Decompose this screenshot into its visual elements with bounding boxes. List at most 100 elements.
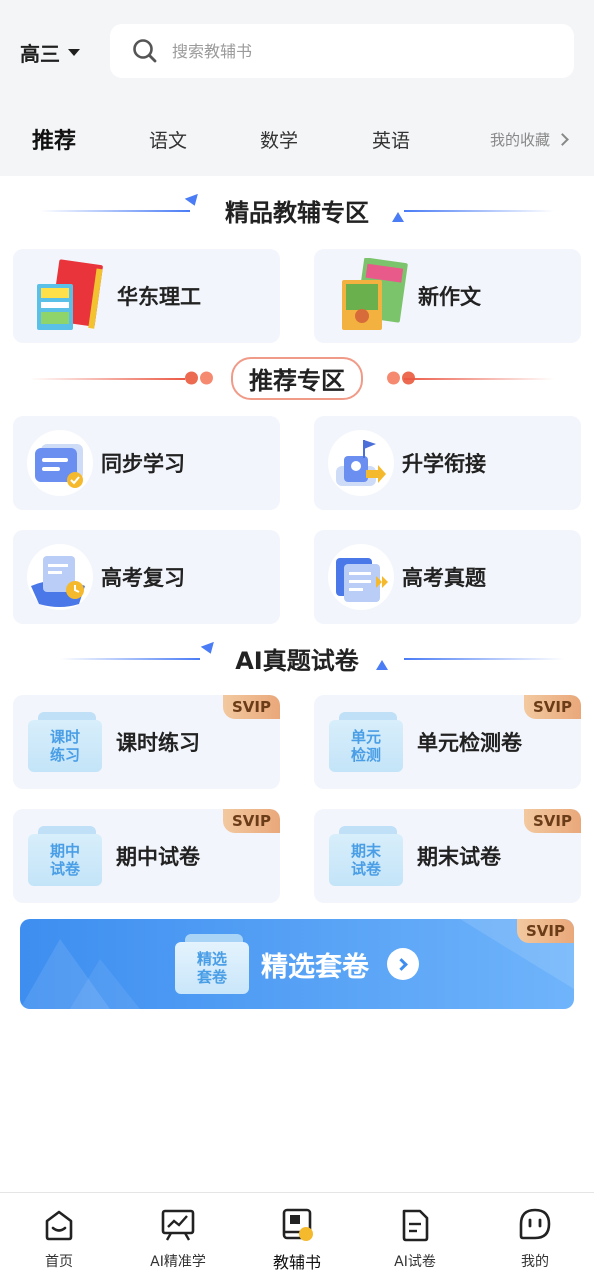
svip-badge: SVIP [223,695,280,719]
nav-label: 我的 [521,1254,549,1270]
flag-arrow-icon [336,440,386,486]
nav-label: 首页 [45,1254,73,1270]
folder-icon: 课时 练习 [28,712,102,772]
my-favorites-link[interactable]: 我的收藏 [490,129,569,150]
svip-badge: SVIP [524,809,581,833]
folder-text: 期末 [350,842,381,860]
card-label: 升学衔接 [402,452,486,476]
profile-face-icon [519,1208,551,1240]
exam-docs-icon [336,558,388,602]
premium-section-header: 精品教辅专区 [0,192,594,228]
folder-icon: 单元 检测 [329,712,403,772]
card-label: 高考真题 [402,566,486,590]
home-face-icon [45,1210,73,1241]
triangle-decoration-icon [200,641,218,657]
folder-text: 单元 [350,728,381,746]
nav-books[interactable]: 教辅书 [238,1207,356,1273]
folder-icon: 期中 试卷 [28,826,102,886]
dots-decoration-icon [184,371,214,385]
nav-label: AI试卷 [394,1254,436,1270]
favorites-label: 我的收藏 [490,131,551,149]
folder-text: 课时 [49,728,80,746]
folder-icon: 期末 试卷 [329,826,403,886]
recommend-card-gaokao-real[interactable]: 高考真题 [314,530,581,624]
subject-tabs: 推荐 语文 数学 英语 我的收藏 [0,118,594,162]
book-covers-icon [37,259,103,330]
ai-card-final[interactable]: 期末 试卷 期末试卷 SVIP [314,809,581,903]
caret-down-icon [68,49,80,56]
folder-text: 练习 [49,746,80,764]
recommend-card-gaokao-review[interactable]: 高考复习 [13,530,280,624]
book-icon [282,1208,313,1241]
divider-line [60,658,200,660]
folder-text: 检测 [350,746,381,764]
recommend-section-header: 推荐专区 [0,356,594,400]
search-bar[interactable] [110,24,574,78]
card-label: 同步学习 [101,452,185,476]
divider-line [404,378,554,380]
nav-mine[interactable]: 我的 [476,1207,594,1271]
nav-label: AI精准学 [150,1254,206,1270]
search-input[interactable] [172,41,532,61]
header: 高三 推荐 语文 数学 英语 我的收藏 [0,0,594,176]
section-title: 精品教辅专区 [225,198,369,227]
banner-background-shapes [20,919,574,1009]
divider-line [404,658,564,660]
tab-recommend[interactable]: 推荐 [32,123,77,159]
bottom-nav: 首页 AI精准学 教辅书 AI试卷 我的 [0,1192,594,1280]
tab-math[interactable]: 数学 [260,126,298,153]
card-label: 课时练习 [116,731,200,755]
sync-study-icon [35,444,83,488]
triangle-decoration-icon [392,212,404,222]
section-title: 推荐专区 [231,356,363,400]
ai-card-midterm[interactable]: 期中 试卷 期中试卷 SVIP [13,809,280,903]
nav-ai-paper[interactable]: AI试卷 [356,1207,474,1271]
search-icon [133,39,157,63]
premium-card-xinzuowen[interactable]: 新作文 [314,249,581,343]
nav-home[interactable]: 首页 [0,1207,118,1271]
divider-line [404,210,554,212]
premium-card-huadong[interactable]: 华东理工 [13,249,280,343]
folder-text: 试卷 [350,860,381,878]
card-label: 单元检测卷 [417,731,522,755]
triangle-decoration-icon [184,193,202,209]
nav-label: 教辅书 [272,1253,321,1272]
card-label: 高考复习 [101,566,185,590]
svip-badge: SVIP [524,695,581,719]
icon-circle [328,430,394,496]
ai-papers-section-header: AI真题试卷 [0,640,594,676]
divider-line [30,378,185,380]
svip-badge: SVIP [517,919,574,943]
icon-circle [328,544,394,610]
icon-circle [27,544,93,610]
folder-text: 精选 [196,950,227,968]
folder-icon: 精选 套卷 [175,934,249,994]
folder-text: 试卷 [49,860,80,878]
chart-board-icon [161,1209,195,1241]
ai-card-lesson-practice[interactable]: 课时 练习 课时练习 SVIP [13,695,280,789]
card-label: 新作文 [418,285,481,309]
tab-english[interactable]: 英语 [372,126,410,153]
recommend-card-transition[interactable]: 升学衔接 [314,416,581,510]
nav-ai-learn[interactable]: AI精准学 [119,1207,237,1271]
svip-badge: SVIP [223,809,280,833]
card-label: 期末试卷 [417,845,501,869]
grade-selector[interactable]: 高三 [20,38,80,67]
grade-label: 高三 [20,42,60,66]
card-label: 华东理工 [117,285,201,309]
divider-line [40,210,190,212]
icon-circle [27,430,93,496]
section-title: AI真题试卷 [235,646,359,675]
tab-chinese[interactable]: 语文 [149,126,187,153]
book-covers-icon [342,258,408,330]
folder-text: 套卷 [196,968,227,986]
paper-doc-icon [402,1209,429,1242]
triangle-decoration-icon [376,660,388,670]
review-clock-icon [31,556,85,607]
recommend-card-sync-study[interactable]: 同步学习 [13,416,280,510]
ai-card-unit-test[interactable]: 单元 检测 单元检测卷 SVIP [314,695,581,789]
selected-papers-banner[interactable]: 精选 套卷 精选套卷 SVIP [20,919,574,1009]
card-label: 期中试卷 [116,845,200,869]
folder-text: 期中 [49,842,80,860]
chevron-right-icon [556,133,569,146]
